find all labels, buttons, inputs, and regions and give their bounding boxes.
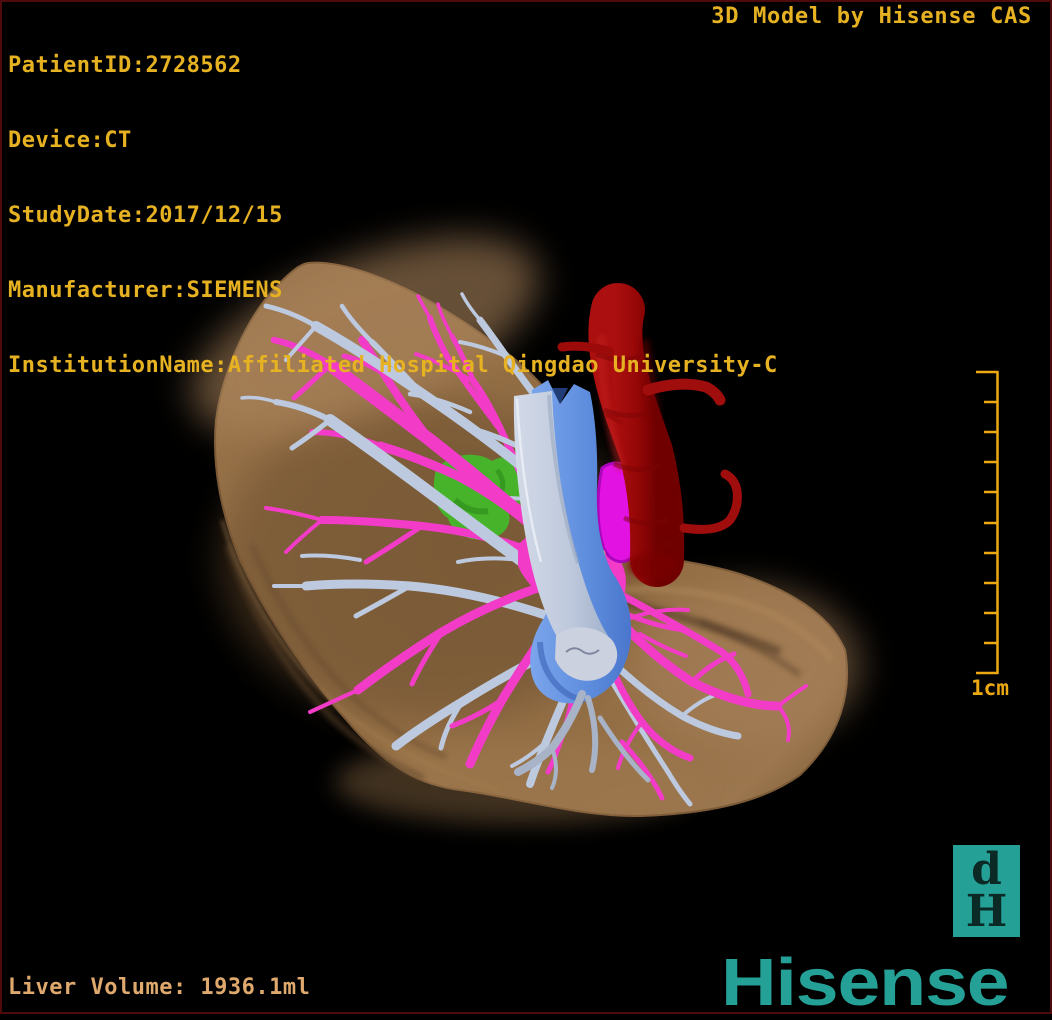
logo-mark-top: d — [971, 844, 1002, 895]
model-shape — [679, 469, 742, 534]
manufacturer-text: Manufacturer:SIEMENS — [8, 278, 283, 303]
device-text: Device:CT — [8, 128, 132, 153]
model-shape — [627, 553, 677, 579]
hisense-wordmark: Hisense — [721, 945, 1010, 1020]
scale-ruler — [976, 370, 999, 675]
scale-ruler-label: 1cm — [971, 676, 1009, 700]
viewer-title: 3D Model by Hisense CAS — [711, 4, 1032, 29]
viewer-window: PatientID:2728562 Device:CT StudyDate:20… — [0, 0, 1052, 1020]
hisense-mark-logo: d H — [953, 845, 1020, 937]
logo-mark-bottom: H — [965, 886, 1008, 937]
patient-info-overlay: PatientID:2728562 Device:CT StudyDate:20… — [8, 3, 778, 428]
patient-id-text: PatientID:2728562 — [8, 53, 242, 78]
study-date-text: StudyDate:2017/12/15 — [8, 203, 283, 228]
liver-volume-text: Liver Volume: 1936.1ml — [8, 975, 311, 1000]
institution-text: InstitutionName:Affiliated Hospital Qing… — [8, 353, 778, 378]
